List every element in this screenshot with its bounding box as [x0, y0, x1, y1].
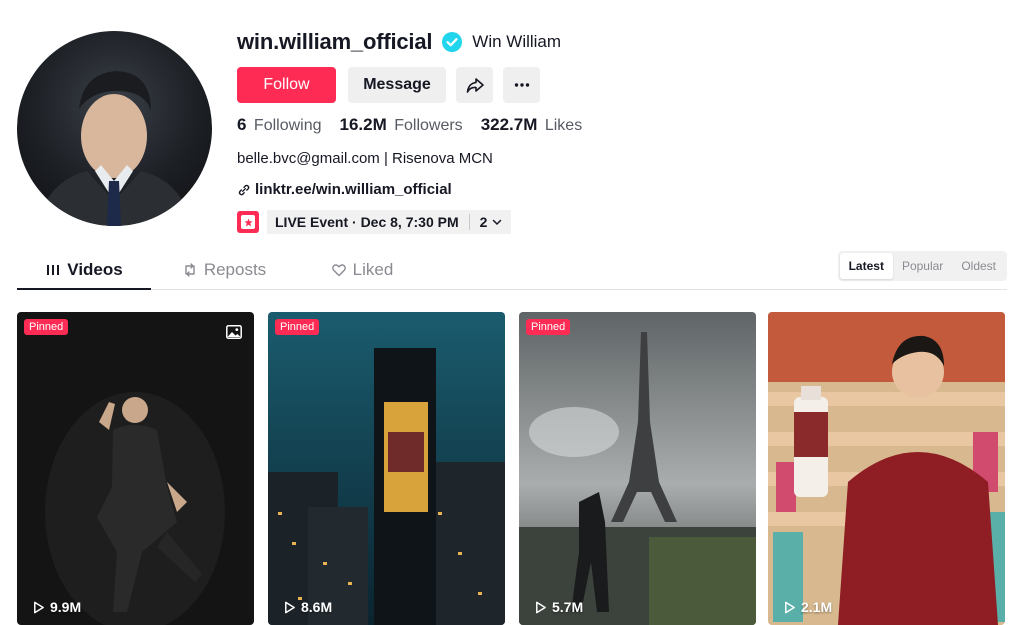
sort-toggle: Latest Popular Oldest [837, 251, 1007, 281]
more-icon [514, 82, 529, 87]
view-count: 8.6M [283, 599, 332, 615]
view-count-text: 9.9M [50, 599, 82, 615]
video-thumbnail [519, 312, 756, 625]
view-count-text: 8.6M [301, 599, 333, 615]
photo-icon [226, 325, 242, 339]
share-icon [466, 77, 484, 93]
username: win.william_official [237, 29, 433, 54]
stat-following[interactable]: 6 Following [237, 115, 322, 135]
sort-oldest[interactable]: Oldest [952, 253, 1005, 279]
repost-icon [185, 263, 195, 277]
stat-followers[interactable]: 16.2M Followers [340, 115, 463, 135]
pinned-badge: Pinned [24, 319, 69, 335]
tab-reposts[interactable]: Reposts [151, 250, 297, 290]
live-event-text: LIVE Event · Dec 8, 7:30 PM [275, 214, 459, 230]
pinned-badge: Pinned [275, 319, 320, 335]
message-button[interactable]: Message [348, 66, 446, 103]
active-tab-indicator [17, 288, 151, 290]
tab-label: Videos [67, 260, 123, 279]
view-count-text: 5.7M [552, 599, 584, 615]
play-icon [34, 601, 44, 613]
action-buttons: Follow Message [237, 66, 837, 103]
content-tabs: Videos Reposts Liked Latest Popular Olde… [17, 250, 1007, 290]
live-event[interactable]: LIVE Event · Dec 8, 7:30 PM 2 [237, 210, 837, 234]
profile-avatar[interactable] [17, 31, 212, 226]
event-divider [468, 214, 470, 230]
stat-label: Following [253, 117, 322, 134]
view-count: 2.1M [783, 599, 832, 615]
video-card[interactable]: Pinned 5.7M [519, 312, 756, 625]
play-icon [785, 601, 795, 613]
verified-badge-icon [442, 32, 463, 52]
video-card[interactable]: Pinned 8.6M [268, 312, 505, 625]
play-icon [285, 601, 295, 613]
stat-label: Likes [544, 117, 583, 134]
profile-link[interactable]: linktr.ee/win.william_official [237, 181, 837, 198]
tab-label: Reposts [203, 260, 267, 279]
heart-icon [331, 264, 346, 277]
view-count-text: 2.1M [801, 599, 833, 615]
video-thumbnail [268, 312, 505, 625]
star-icon [243, 217, 253, 226]
profile-link-text: linktr.ee/win.william_official [255, 181, 452, 198]
pinned-badge: Pinned [526, 319, 571, 335]
play-icon [536, 601, 546, 613]
chevron-down-icon [493, 219, 502, 226]
video-grid: Pinned 9.9M Pinned 8.6M Pinned 5.7M 2.1M [17, 312, 1007, 625]
display-name: Win William [472, 32, 562, 51]
avatar-portrait [37, 71, 192, 226]
video-thumbnail [17, 312, 254, 625]
stat-label: Followers [394, 117, 463, 134]
tab-liked[interactable]: Liked [297, 250, 427, 290]
stat-value: 16.2M [339, 115, 387, 134]
view-count: 9.9M [32, 599, 81, 615]
more-button[interactable] [503, 66, 540, 103]
stat-likes: 322.7M Likes [481, 115, 583, 135]
tab-label: Liked [352, 260, 394, 279]
profile-stats: 6 Following 16.2M Followers 322.7M Likes [237, 115, 837, 135]
grid-icon [47, 265, 60, 275]
follow-button[interactable]: Follow [237, 66, 336, 103]
tab-videos[interactable]: Videos [17, 250, 151, 290]
stat-value: 322.7M [480, 115, 538, 134]
live-event-icon [237, 211, 259, 233]
profile-info: win.william_official Win William Follow … [237, 28, 837, 234]
link-icon [238, 184, 250, 195]
name-row: win.william_official Win William [237, 28, 837, 56]
live-event-box[interactable]: LIVE Event · Dec 8, 7:30 PM 2 [267, 210, 512, 234]
video-card[interactable]: Pinned 9.9M [17, 312, 254, 625]
share-button[interactable] [456, 66, 493, 103]
video-card[interactable]: 2.1M [768, 312, 1005, 625]
sort-latest[interactable]: Latest [839, 253, 893, 279]
profile-bio: belle.bvc@gmail.com | Risenova MCN [237, 150, 493, 167]
live-event-count: 2 [479, 214, 488, 230]
video-thumbnail [768, 312, 1005, 625]
view-count: 5.7M [534, 599, 583, 615]
sort-popular[interactable]: Popular [893, 253, 952, 279]
stat-value: 6 [237, 115, 247, 134]
